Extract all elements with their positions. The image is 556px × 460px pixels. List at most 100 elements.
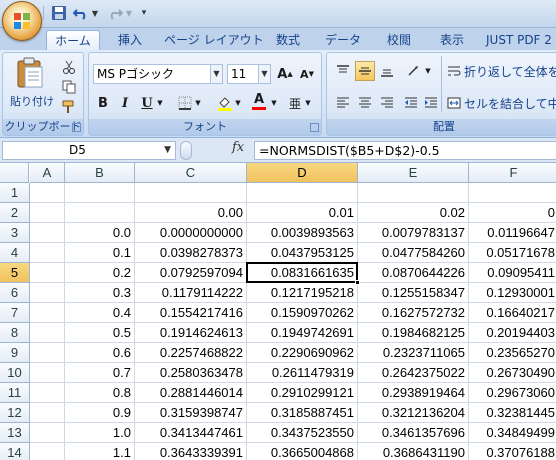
cell-b1[interactable] — [65, 183, 135, 203]
align-left-icon[interactable] — [333, 93, 353, 113]
cell-c12[interactable]: 0.3159398747 — [135, 403, 247, 423]
cell-e9[interactable]: 0.2323711065 — [358, 343, 469, 363]
cell-e4[interactable]: 0.0477584260 — [358, 243, 469, 263]
cell-f11[interactable]: 0.29673060 — [469, 383, 556, 403]
row-header-14[interactable]: 14 — [0, 443, 30, 460]
align-bottom-icon[interactable] — [377, 61, 397, 81]
orientation-icon[interactable] — [405, 61, 425, 81]
name-box-dropdown-icon[interactable]: ▼ — [164, 142, 171, 159]
align-right-icon[interactable] — [377, 93, 397, 113]
fill-handle[interactable] — [355, 280, 360, 285]
tab-formulas[interactable]: 数式 — [268, 30, 308, 50]
cell-e5[interactable]: 0.0870644226 — [358, 263, 469, 283]
tab-review[interactable]: 校閲 — [378, 30, 420, 50]
fill-color-dropdown-icon[interactable]: ▼ — [233, 93, 243, 113]
cell-d9[interactable]: 0.2290690962 — [247, 343, 358, 363]
cell-a11[interactable] — [30, 383, 65, 403]
cell-c11[interactable]: 0.2881446014 — [135, 383, 247, 403]
cell-f1[interactable] — [469, 183, 556, 203]
tab-insert[interactable]: 挿入 — [108, 30, 152, 50]
bold-button[interactable]: B — [93, 93, 113, 113]
row-header-9[interactable]: 9 — [0, 343, 30, 363]
cell-f6[interactable]: 0.12930001 — [469, 283, 556, 303]
row-header-2[interactable]: 2 — [0, 203, 30, 223]
column-header-b[interactable]: B — [65, 163, 135, 183]
align-center-icon[interactable] — [355, 93, 375, 113]
cell-c7[interactable]: 0.1554217416 — [135, 303, 247, 323]
cut-icon[interactable] — [59, 57, 79, 77]
cell-b7[interactable]: 0.4 — [65, 303, 135, 323]
cell-e3[interactable]: 0.0079783137 — [358, 223, 469, 243]
tab-just-pdf[interactable]: JUST PDF 2 — [486, 30, 556, 50]
borders-dropdown-icon[interactable]: ▼ — [193, 93, 203, 113]
format-painter-icon[interactable] — [59, 97, 79, 117]
column-header-d[interactable]: D — [247, 163, 358, 183]
font-size-combo[interactable]: 11 ▼ — [227, 64, 271, 84]
column-header-c[interactable]: C — [135, 163, 247, 183]
cell-a2[interactable] — [30, 203, 65, 223]
cell-b2[interactable] — [65, 203, 135, 223]
font-dialog-launcher[interactable] — [310, 123, 319, 132]
cell-e2[interactable]: 0.02 — [358, 203, 469, 223]
cell-e1[interactable] — [358, 183, 469, 203]
underline-dropdown-icon[interactable]: ▼ — [155, 93, 165, 113]
cell-e13[interactable]: 0.3461357696 — [358, 423, 469, 443]
column-header-f[interactable]: F — [469, 163, 556, 183]
row-header-8[interactable]: 8 — [0, 323, 30, 343]
cell-d10[interactable]: 0.2611479319 — [247, 363, 358, 383]
undo-dropdown-icon[interactable]: ▼ — [90, 3, 100, 23]
cell-f3[interactable]: 0.01196647 — [469, 223, 556, 243]
cell-a4[interactable] — [30, 243, 65, 263]
formula-input[interactable]: =NORMSDIST($B5+D$2)-0.5 — [254, 141, 556, 160]
cell-d1[interactable] — [247, 183, 358, 203]
cell-a1[interactable] — [30, 183, 65, 203]
phonetic-dropdown-icon[interactable]: ▼ — [303, 93, 313, 113]
cell-e7[interactable]: 0.1627572732 — [358, 303, 469, 323]
row-header-11[interactable]: 11 — [0, 383, 30, 403]
cell-f8[interactable]: 0.20194403 — [469, 323, 556, 343]
cell-f12[interactable]: 0.32381445 — [469, 403, 556, 423]
column-header-a[interactable]: A — [30, 163, 65, 183]
wrap-text-button[interactable]: 折り返して全体を — [447, 61, 556, 81]
cell-a10[interactable] — [30, 363, 65, 383]
cell-d4[interactable]: 0.0437953125 — [247, 243, 358, 263]
row-header-10[interactable]: 10 — [0, 363, 30, 383]
row-header-5[interactable]: 5 — [0, 263, 30, 283]
cell-a13[interactable] — [30, 423, 65, 443]
cell-f10[interactable]: 0.26730490 — [469, 363, 556, 383]
cell-c9[interactable]: 0.2257468822 — [135, 343, 247, 363]
name-box[interactable]: D5 ▼ — [2, 141, 176, 160]
row-header-3[interactable]: 3 — [0, 223, 30, 243]
font-size-dropdown-icon[interactable]: ▼ — [258, 65, 270, 83]
row-header-6[interactable]: 6 — [0, 283, 30, 303]
italic-button[interactable]: I — [115, 93, 135, 113]
cell-c1[interactable] — [135, 183, 247, 203]
office-button[interactable] — [2, 1, 42, 41]
formula-bar-resize-handle[interactable] — [180, 141, 192, 160]
underline-button[interactable]: U — [137, 93, 157, 113]
cell-d12[interactable]: 0.3185887451 — [247, 403, 358, 423]
cell-b11[interactable]: 0.8 — [65, 383, 135, 403]
cell-e12[interactable]: 0.3212136204 — [358, 403, 469, 423]
cell-a14[interactable] — [30, 443, 65, 460]
cell-f4[interactable]: 0.05171678 — [469, 243, 556, 263]
cell-e11[interactable]: 0.2938919464 — [358, 383, 469, 403]
row-header-7[interactable]: 7 — [0, 303, 30, 323]
cell-e14[interactable]: 0.3686431190 — [358, 443, 469, 460]
fill-color-icon[interactable] — [215, 93, 235, 113]
cell-d8[interactable]: 0.1949742691 — [247, 323, 358, 343]
tab-page-layout[interactable]: ページ レイアウト — [164, 30, 264, 50]
cell-a9[interactable] — [30, 343, 65, 363]
increase-indent-icon[interactable] — [421, 93, 441, 113]
save-icon[interactable] — [50, 3, 68, 23]
cell-e10[interactable]: 0.2642375022 — [358, 363, 469, 383]
cell-d7[interactable]: 0.1590970262 — [247, 303, 358, 323]
cell-f5[interactable]: 0.09095411 — [469, 263, 556, 283]
cell-b3[interactable]: 0.0 — [65, 223, 135, 243]
cell-f2[interactable]: 0 — [469, 203, 556, 223]
cell-f9[interactable]: 0.23565270 — [469, 343, 556, 363]
row-header-13[interactable]: 13 — [0, 423, 30, 443]
cell-b12[interactable]: 0.9 — [65, 403, 135, 423]
cell-d5[interactable]: 0.0831661635 — [247, 263, 358, 283]
align-middle-icon[interactable] — [355, 61, 375, 81]
